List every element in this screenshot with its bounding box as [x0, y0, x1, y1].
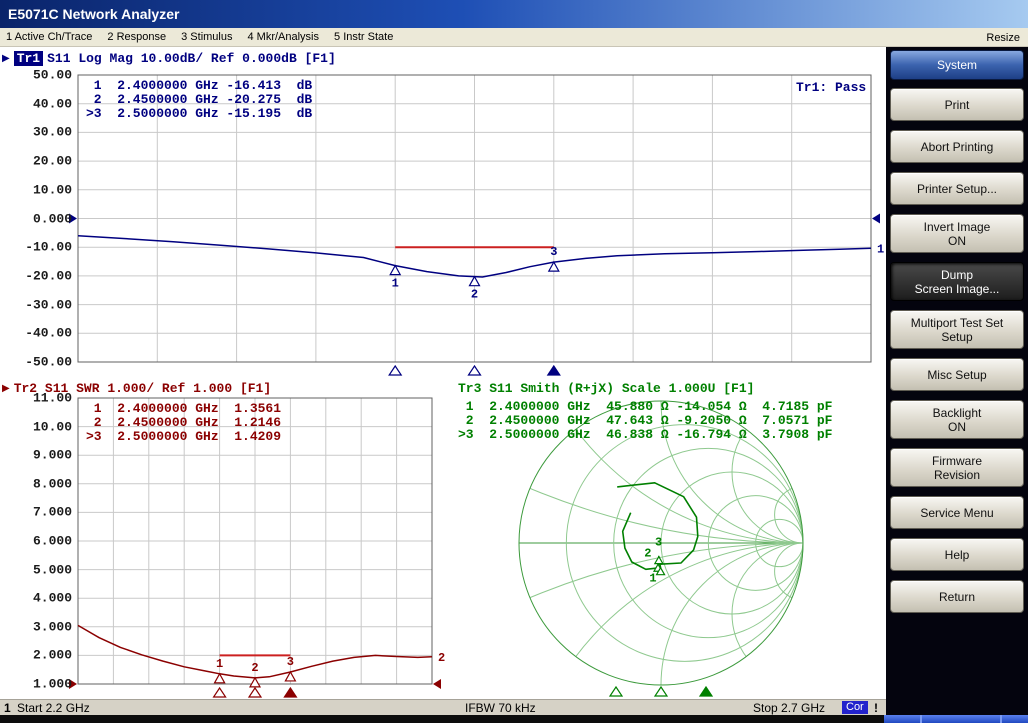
softkey-service-menu[interactable]: Service Menu	[890, 496, 1024, 529]
menu-item-2-response[interactable]: 2 Response	[107, 31, 166, 43]
e5071c-window: E5071C Network Analyzer 1 Active Ch/Trac…	[0, 0, 1028, 723]
channel-number: 1	[4, 701, 11, 715]
ifbw-value: IFBW 70 kHz	[465, 701, 536, 715]
softkey-invert-image-on[interactable]: Invert ImageON	[890, 214, 1024, 253]
menu-items: 1 Active Ch/Trace 2 Response 3 Stimulus 4 M…	[0, 31, 393, 43]
menu-item-1-active-ch-trace[interactable]: 1 Active Ch/Trace	[6, 31, 92, 43]
menu-item-5-instr-state[interactable]: 5 Instr State	[334, 31, 393, 43]
window-title: E5071C Network Analyzer	[8, 6, 179, 22]
title-bar: E5071C Network Analyzer	[0, 0, 1028, 28]
stop-frequency: Stop 2.7 GHz	[753, 701, 825, 715]
taskbar-separator	[920, 715, 922, 723]
softkey-abort-printing[interactable]: Abort Printing	[890, 130, 1024, 163]
softkey-return[interactable]: Return	[890, 580, 1024, 613]
softkey-firmware-revision[interactable]: FirmwareRevision	[890, 448, 1024, 487]
softkey-dump-screen-image[interactable]: DumpScreen Image...	[890, 262, 1024, 301]
softkey-print[interactable]: Print	[890, 88, 1024, 121]
softkey-printer-setup[interactable]: Printer Setup...	[890, 172, 1024, 205]
menu-bar: 1 Active Ch/Trace 2 Response 3 Stimulus 4 M…	[0, 28, 1028, 47]
menu-item-resize[interactable]: Resize	[986, 28, 1020, 47]
plot-area-background	[0, 47, 886, 699]
softkey-panel: System Print Abort Printing Printer Setup.…	[886, 47, 1028, 715]
taskbar-fragment[interactable]	[884, 715, 1028, 723]
correction-badge: Cor	[842, 701, 868, 714]
softkey-misc-setup[interactable]: Misc Setup	[890, 358, 1024, 391]
softkey-menu-title[interactable]: System	[890, 50, 1024, 80]
softkey-help[interactable]: Help	[890, 538, 1024, 571]
start-frequency: Start 2.2 GHz	[17, 701, 90, 715]
softkey-multiport-test-set-setup[interactable]: Multiport Test SetSetup	[890, 310, 1024, 349]
taskbar-separator	[1000, 715, 1002, 723]
status-bar: 1 Start 2.2 GHz IFBW 70 kHz Stop 2.7 GHz…	[0, 699, 886, 715]
alert-indicator: !	[874, 701, 878, 715]
menu-item-4-mkr-analysis[interactable]: 4 Mkr/Analysis	[247, 31, 319, 43]
menu-item-3-stimulus[interactable]: 3 Stimulus	[181, 31, 232, 43]
taskbar-strip	[0, 715, 1028, 723]
softkey-backlight-on[interactable]: BacklightON	[890, 400, 1024, 439]
